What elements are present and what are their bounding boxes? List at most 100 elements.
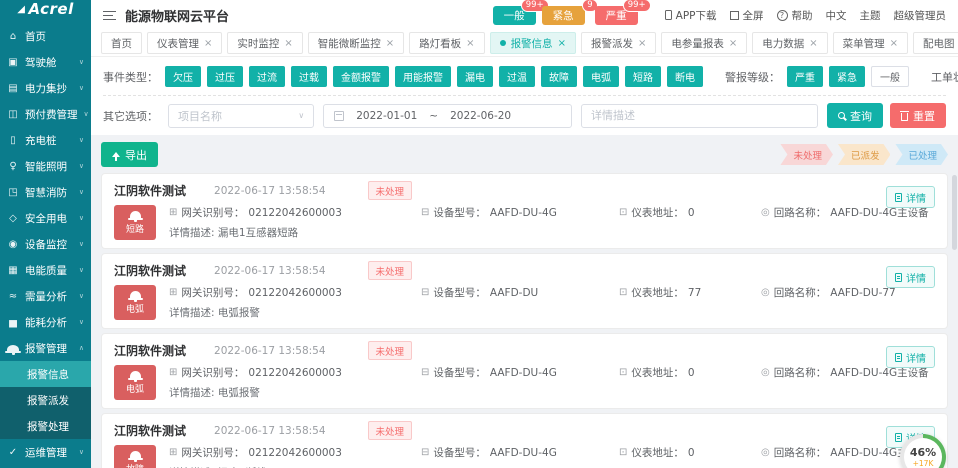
app-download-link[interactable]: APP下载 — [665, 8, 717, 23]
score-delta: +17K — [913, 460, 934, 468]
sidebar-item[interactable]: ✓ 运维管理 ∨ — [0, 439, 91, 465]
help-link[interactable]: ? 帮助 — [777, 8, 813, 23]
sidebar-item[interactable]: 报警派发 — [0, 387, 91, 413]
event-type-tag[interactable]: 过流 — [249, 66, 285, 87]
meter-address-field: ⊡ 仪表地址： 0 — [619, 205, 761, 220]
app-window: ◢ Acrel ⌂ 首页 ▣ 驾驶舱 ∨ ▤ 电力集抄 ∨ ◫ 预付 — [0, 0, 958, 468]
tab-close-icon[interactable]: × — [558, 38, 566, 49]
legend-ribbon[interactable]: 未处理 — [780, 144, 833, 165]
event-type-tag[interactable]: 故障 — [541, 66, 577, 87]
description-input[interactable] — [581, 104, 818, 128]
event-type-tag[interactable]: 金额报警 — [333, 66, 389, 87]
gateway-icon: ⊞ — [169, 287, 177, 298]
detail-button[interactable]: 详情 — [886, 346, 935, 368]
sidebar-item[interactable]: ▤ 电力集抄 ∨ — [0, 75, 91, 101]
detail-button[interactable]: 详情 — [886, 266, 935, 288]
tab[interactable]: 电力数据 × — [752, 32, 827, 54]
sidebar-item[interactable]: ◳ 智慧消防 ∨ — [0, 179, 91, 205]
event-type-tag[interactable]: 电弧 — [583, 66, 619, 87]
tab[interactable]: 报警信息 × — [490, 32, 576, 54]
fullscreen-link[interactable]: 全屏 — [730, 8, 764, 23]
export-button[interactable]: 导出 — [101, 142, 158, 167]
tab-close-icon[interactable]: × — [204, 38, 212, 49]
topbar: 能源物联网云平台 一般 99+ 紧急 9 严重 99+ — [91, 0, 958, 30]
tab-close-icon[interactable]: × — [729, 38, 737, 49]
tab[interactable]: 实时监控 × — [227, 32, 302, 54]
chevron-icon: ∧ — [79, 344, 84, 352]
date-range-picker[interactable]: 2022-01-01 ~ 2022-06-20 — [323, 104, 572, 128]
alarm-level-tag[interactable]: 严重 — [787, 66, 823, 87]
sidebar-item[interactable]: ◉ 设备监控 ∨ — [0, 231, 91, 257]
event-type-tag[interactable]: 断电 — [667, 66, 703, 87]
scrollbar[interactable] — [952, 175, 957, 250]
tab[interactable]: 仪表管理 × — [147, 32, 222, 54]
chevron-down-icon: ∨ — [298, 111, 304, 120]
event-type-tag[interactable]: 短路 — [625, 66, 661, 87]
tab-label: 菜单管理 — [843, 36, 885, 51]
detail-button[interactable]: 详情 — [886, 186, 935, 208]
event-type-tag[interactable]: 漏电 — [457, 66, 493, 87]
tab-close-icon[interactable]: × — [809, 38, 817, 49]
alert-level-badge[interactable]: 严重 99+ — [595, 6, 638, 25]
device-model-value: AAFD-DU-4G — [490, 447, 557, 459]
project-select[interactable]: 项目名称 ∨ — [168, 104, 314, 128]
event-type-tag[interactable]: 用能报警 — [395, 66, 451, 87]
sidebar-item[interactable]: ▣ 驾驶舱 ∨ — [0, 49, 91, 75]
tab[interactable]: 智能微断监控 × — [308, 32, 404, 54]
language-switch[interactable]: 中文 — [826, 8, 847, 23]
tab[interactable]: 电参量报表 × — [661, 32, 747, 54]
sidebar-item-label: 首页 — [25, 29, 46, 44]
detail-description: 详情描述: 漏电1互感器短路 — [169, 225, 935, 240]
sidebar-item-label: 报警管理 — [25, 341, 67, 356]
alert-level-badge[interactable]: 一般 99+ — [493, 6, 536, 25]
alarm-time: 2022-06-17 13:58:54 — [214, 425, 326, 437]
alarm-type-label: 故障 — [126, 462, 144, 468]
sidebar-item[interactable]: ▯ 充电桩 ∨ — [0, 127, 91, 153]
sidebar-item[interactable]: ▅ 能耗分析 ∨ — [0, 309, 91, 335]
sidebar-item-icon: ▤ — [7, 83, 19, 94]
alert-level-badge[interactable]: 紧急 9 — [542, 6, 585, 25]
legend-ribbon[interactable]: 已处理 — [895, 144, 948, 165]
event-type-tag[interactable]: 过温 — [499, 66, 535, 87]
circuit-icon: ◎ — [761, 207, 770, 218]
alarm-level-tag[interactable]: 一般 — [871, 66, 909, 87]
device-model-value: AAFD-DU-4G — [490, 207, 557, 219]
tab-close-icon[interactable]: × — [638, 38, 646, 49]
event-type-tag[interactable]: 欠压 — [165, 66, 201, 87]
sidebar-item[interactable]: ♀ 智能照明 ∨ — [0, 153, 91, 179]
tab-close-icon[interactable]: × — [284, 38, 292, 49]
tab[interactable]: 路灯看板 × — [409, 32, 484, 54]
tab[interactable]: 配电图 × — [913, 32, 958, 54]
tab-close-icon[interactable]: × — [466, 38, 474, 49]
sidebar-item-icon: ◳ — [7, 187, 19, 198]
alarm-type-badge: 电弧 — [114, 365, 156, 400]
logo-text: Acrel — [28, 0, 73, 18]
tab[interactable]: 首页 — [101, 32, 142, 54]
legend-ribbon[interactable]: 已派发 — [838, 144, 891, 165]
sidebar-item[interactable]: 报警管理 ∧ — [0, 335, 91, 361]
search-button[interactable]: 查询 — [827, 103, 883, 128]
alarm-type-label: 短路 — [126, 222, 144, 235]
current-user[interactable]: 超级管理员 — [894, 8, 947, 23]
sidebar-item[interactable]: ◇ 安全用电 ∨ — [0, 205, 91, 231]
alarm-level-tag[interactable]: 紧急 — [829, 66, 865, 87]
collapse-menu-icon[interactable] — [103, 11, 116, 20]
tab[interactable]: 报警派发 × — [581, 32, 656, 54]
event-type-tag[interactable]: 过压 — [207, 66, 243, 87]
sidebar-item[interactable]: ≈ 需量分析 ∨ — [0, 283, 91, 309]
sidebar-item[interactable]: 报警信息 — [0, 361, 91, 387]
sidebar-item[interactable]: ◫ 预付费管理 ∨ — [0, 101, 91, 127]
gateway-field: ⊞ 网关识别号： 02122042600003 — [169, 285, 421, 300]
event-type-tag[interactable]: 过载 — [291, 66, 327, 87]
sidebar-item[interactable]: ▦ 电能质量 ∨ — [0, 257, 91, 283]
card-header: 江阴软件测试 2022-06-17 13:58:54 未处理 — [114, 261, 935, 280]
sidebar-item[interactable]: ⌂ 首页 — [0, 23, 91, 49]
tab-close-icon[interactable]: × — [386, 38, 394, 49]
sidebar-item[interactable]: 报警处理 — [0, 413, 91, 439]
theme-switch[interactable]: 主题 — [860, 8, 881, 23]
main-area: 能源物联网云平台 一般 99+ 紧急 9 严重 99+ — [91, 0, 958, 468]
tab-label: 路灯看板 — [419, 36, 461, 51]
reset-button[interactable]: 重置 — [890, 103, 946, 128]
tab-close-icon[interactable]: × — [890, 38, 898, 49]
tab[interactable]: 菜单管理 × — [833, 32, 908, 54]
